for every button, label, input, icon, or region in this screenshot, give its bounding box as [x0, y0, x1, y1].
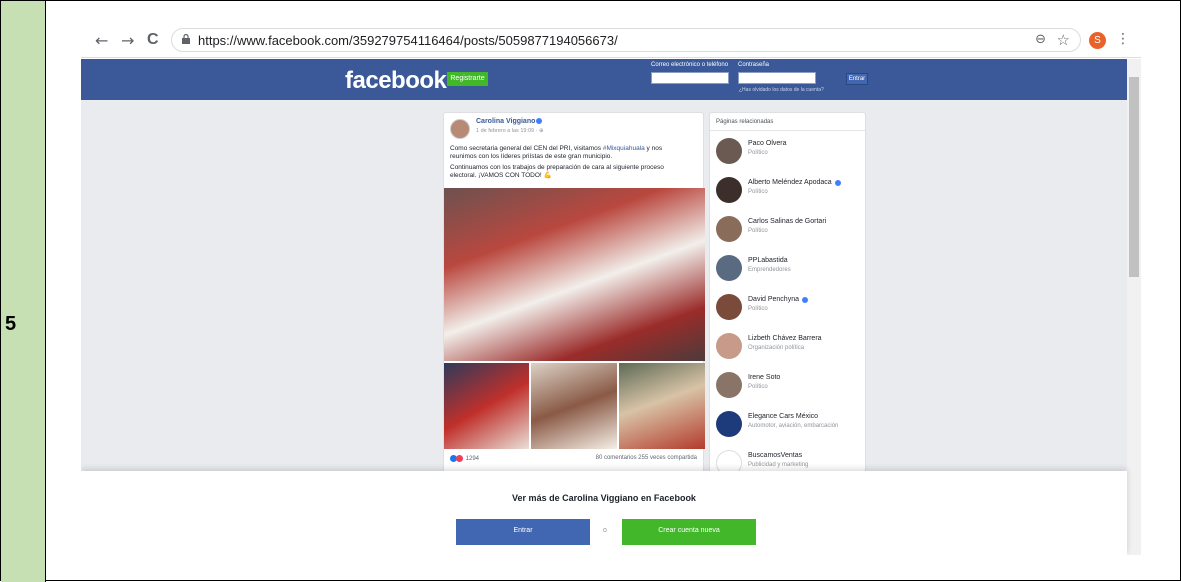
related-page-avatar[interactable] — [716, 294, 742, 320]
related-page-avatar[interactable] — [716, 255, 742, 281]
related-page-name[interactable]: Elegance Cars México — [748, 413, 818, 420]
related-page-name[interactable]: Lizbeth Chávez Barrera — [748, 335, 822, 342]
related-page-avatar[interactable] — [716, 411, 742, 437]
reaction-icons — [450, 455, 464, 462]
address-bar[interactable]: https://www.facebook.com/359279754116464… — [171, 28, 1081, 52]
browser-menu-icon[interactable]: ⋮ — [1116, 31, 1130, 47]
reload-icon[interactable]: C — [147, 31, 159, 49]
or-separator: o — [603, 527, 607, 534]
verified-icon — [835, 180, 841, 186]
related-page-category: Publicidad y marketing — [748, 462, 809, 468]
related-page-item[interactable]: Carlos Salinas de Gortari Político — [710, 213, 865, 251]
row-number-cell: 5 — [1, 1, 46, 582]
related-page-category: Político — [748, 189, 768, 195]
post-text-line: electoral. ¡VAMOS CON TODO! 💪 — [450, 172, 552, 179]
related-page-category: Político — [748, 384, 768, 390]
related-page-name[interactable]: Irene Soto — [748, 374, 780, 381]
post-photo-thumbnail[interactable] — [531, 363, 617, 449]
post-photo-thumbnail[interactable] — [444, 363, 529, 449]
related-page-name[interactable]: Paco Olvera — [748, 140, 787, 147]
related-page-category: Político — [748, 228, 768, 234]
related-pages-title: Páginas relacionadas — [716, 119, 774, 125]
hashtag-link[interactable]: #Mixquiahuala — [603, 145, 645, 152]
register-button[interactable]: Registrarte — [447, 72, 488, 86]
login-button[interactable]: Entrar — [456, 519, 590, 545]
scrollbar[interactable] — [1127, 59, 1141, 555]
related-page-avatar[interactable] — [716, 333, 742, 359]
related-page-avatar[interactable] — [716, 177, 742, 203]
login-banner: Ver más de Carolina Viggiano en Facebook… — [81, 471, 1127, 555]
related-page-avatar[interactable] — [716, 138, 742, 164]
email-field[interactable] — [651, 72, 729, 84]
row-number: 5 — [5, 313, 17, 335]
password-field[interactable] — [738, 72, 816, 84]
verified-icon — [802, 297, 808, 303]
related-page-name[interactable]: Carlos Salinas de Gortari — [748, 218, 826, 225]
browser-window: ← → C https://www.facebook.com/359279754… — [81, 23, 1141, 555]
post-photo-thumbnail[interactable] — [619, 363, 705, 449]
related-page-category: Político — [748, 150, 768, 156]
related-page-item[interactable]: Alberto Meléndez Apodaca Político — [710, 174, 865, 212]
zoom-icon[interactable]: ⊖ — [1035, 32, 1046, 47]
banner-title: Ver más de Carolina Viggiano en Facebook — [512, 493, 696, 503]
related-page-item[interactable]: Elegance Cars México Automotor, aviación,… — [710, 408, 865, 446]
related-page-name[interactable]: David Penchyna — [748, 296, 799, 303]
related-pages-panel: Páginas relacionadas Paco Olvera Político… — [709, 112, 866, 482]
back-icon[interactable]: ← — [95, 31, 108, 50]
profile-avatar[interactable]: S — [1089, 32, 1106, 49]
related-page-category: Automotor, aviación, embarcación — [748, 423, 839, 429]
lock-icon[interactable] — [182, 34, 190, 44]
related-page-item[interactable]: PPLabastida Emprendedores — [710, 252, 865, 290]
forward-icon[interactable]: → — [121, 31, 134, 50]
related-page-name[interactable]: BuscamosVentas — [748, 452, 802, 459]
related-page-avatar[interactable] — [716, 372, 742, 398]
bookmark-star-icon[interactable]: ☆ — [1057, 31, 1070, 49]
post-card: Carolina Viggiano 1 de febrero a las 19:… — [443, 112, 705, 492]
post-author[interactable]: Carolina Viggiano — [476, 118, 543, 125]
post-text-line: Como secretaria general del CEN del PRI,… — [450, 145, 663, 152]
related-page-category: Organización política — [748, 345, 805, 351]
verified-icon — [536, 118, 543, 125]
forgot-account-link[interactable]: ¿Has olvidado los datos de la cuenta? — [739, 87, 824, 93]
create-account-button[interactable]: Crear cuenta nueva — [622, 519, 756, 545]
related-page-avatar[interactable] — [716, 216, 742, 242]
header-login-button[interactable]: Entrar — [846, 73, 868, 85]
post-text-line: Continuamos con los trabajos de preparac… — [450, 164, 664, 171]
related-page-item[interactable]: Paco Olvera Político — [710, 135, 865, 173]
related-page-item[interactable]: Lizbeth Chávez Barrera Organización polít… — [710, 330, 865, 368]
facebook-header: facebook Registrarte Correo electrónico … — [81, 59, 1127, 100]
reactions-summary[interactable]: 1294 — [450, 455, 479, 462]
related-page-category: Político — [748, 306, 768, 312]
related-page-category: Emprendedores — [748, 267, 791, 273]
browser-toolbar: ← → C https://www.facebook.com/359279754… — [81, 23, 1141, 58]
post-photo-main[interactable] — [444, 188, 705, 361]
scrollbar-thumb[interactable] — [1129, 77, 1139, 277]
post-text-line: reunimos con los líderes priístas de est… — [450, 153, 613, 160]
related-page-name[interactable]: Alberto Meléndez Apodaca — [748, 179, 832, 186]
post-date[interactable]: 1 de febrero a las 19:09 · ⊕ — [476, 128, 544, 134]
related-page-item[interactable]: David Penchyna Político — [710, 291, 865, 329]
url-text[interactable]: https://www.facebook.com/359279754116464… — [198, 33, 618, 48]
email-label: Correo electrónico o teléfono — [651, 62, 729, 68]
related-page-name[interactable]: PPLabastida — [748, 257, 788, 264]
table-cell: 5 ← → C https://www.facebook.com/3592797… — [0, 0, 1181, 582]
divider — [710, 130, 865, 131]
related-page-item[interactable]: Irene Soto Político — [710, 369, 865, 407]
password-label: Contraseña — [738, 62, 770, 68]
post-stats[interactable]: 80 comentarios 255 veces compartida — [596, 455, 697, 461]
author-avatar[interactable] — [450, 119, 470, 139]
facebook-logo[interactable]: facebook — [345, 67, 447, 95]
